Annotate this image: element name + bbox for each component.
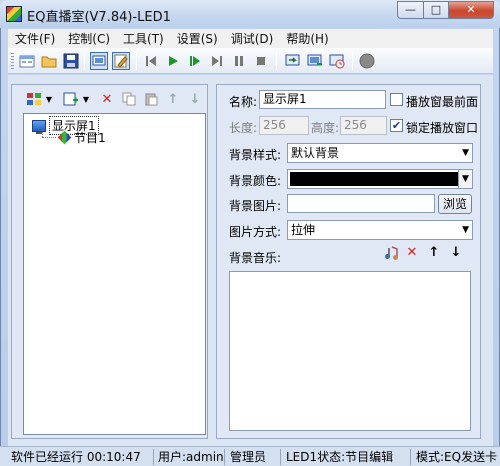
chevron-down-icon: ▼ xyxy=(462,225,469,235)
delete-icon[interactable]: ✕ xyxy=(98,90,116,108)
bg-style-value: 默认背景 xyxy=(291,146,340,160)
mode-status: 模式:EQ发送卡 xyxy=(416,450,498,464)
tree-node-program[interactable]: 节目1 xyxy=(57,129,106,146)
bg-color-label: 背景颜色: xyxy=(229,174,282,188)
menu-control[interactable]: 控制(C) xyxy=(61,30,116,47)
color-swatch xyxy=(290,172,459,186)
bg-image-field[interactable] xyxy=(287,194,435,213)
name-field[interactable]: 显示屏1 xyxy=(259,90,386,109)
new-icon[interactable] xyxy=(18,52,36,70)
copy-icon[interactable] xyxy=(120,90,138,108)
send-icon[interactable] xyxy=(284,52,302,70)
bg-image-label: 背景图片: xyxy=(229,199,282,213)
save-icon[interactable] xyxy=(62,52,80,70)
toolbar-separator xyxy=(276,52,277,70)
image-mode-select[interactable]: 拉伸 ▼ xyxy=(287,220,473,240)
bg-music-label: 背景音乐: xyxy=(229,251,282,265)
led-state-status: LED1状态:节目编辑 xyxy=(283,449,411,465)
maximize-button[interactable]: □ xyxy=(423,1,449,19)
window-title: EQ直播室(V7.84)-LED1 xyxy=(27,10,171,25)
tree-panel: ▼ ▼ ✕ ↑ ↓ 显示屏1 节目1 xyxy=(11,84,208,439)
grid-view-icon[interactable] xyxy=(25,90,43,108)
height-field[interactable]: 256 xyxy=(340,116,387,135)
topmost-checkbox[interactable] xyxy=(390,93,403,106)
properties-panel: 名称: 显示屏1 播放窗最前面 长度: 256 高度: 256 ✔ 锁定播放窗口… xyxy=(216,84,481,439)
pause-icon[interactable] xyxy=(230,52,248,70)
move-down-icon[interactable]: ↓ xyxy=(448,245,464,261)
title-bar[interactable]: EQ直播室(V7.84)-LED1 — □ ✕ xyxy=(0,0,500,28)
menu-help[interactable]: 帮助(H) xyxy=(279,30,334,47)
lock-window-checkbox[interactable]: ✔ xyxy=(390,119,403,132)
program-icon xyxy=(57,130,72,145)
toolbar xyxy=(8,48,493,74)
toolbar-grip[interactable] xyxy=(11,53,14,69)
edit-icon[interactable] xyxy=(112,52,130,70)
music-list[interactable] xyxy=(229,271,471,431)
image-mode-value: 拉伸 xyxy=(291,223,316,237)
move-up-icon[interactable]: ↑ xyxy=(165,90,181,108)
toolbar-separator xyxy=(136,52,137,70)
add-program-icon[interactable] xyxy=(62,90,80,108)
screen-icon[interactable] xyxy=(90,52,108,70)
first-icon[interactable] xyxy=(142,52,160,70)
bg-style-select[interactable]: 默认背景 ▼ xyxy=(287,143,473,163)
menu-file[interactable]: 文件(F) xyxy=(8,30,61,47)
chevron-down-icon[interactable]: ▼ xyxy=(45,90,53,108)
menu-bar: 文件(F) 控制(C) 工具(T) 设置(S) 调试(D) 帮助(H) xyxy=(8,29,493,48)
tree-connector xyxy=(42,137,56,138)
browse-button[interactable]: 浏览 xyxy=(438,194,472,214)
minimize-button[interactable]: — xyxy=(397,1,424,19)
move-down-icon[interactable]: ↓ xyxy=(187,90,203,108)
screen-timer-icon[interactable] xyxy=(328,52,346,70)
chevron-down-icon: ▼ xyxy=(462,148,469,158)
image-mode-label: 图片方式: xyxy=(229,225,282,239)
width-field[interactable]: 256 xyxy=(259,116,309,135)
screen-send-icon[interactable] xyxy=(306,52,324,70)
paste-icon[interactable] xyxy=(142,90,160,108)
status-bar: 软件已经运行 00:10:47 用户:admin 管理员 LED1状态:节目编辑… xyxy=(0,446,500,466)
name-label: 名称: xyxy=(229,95,258,109)
user-status: 用户:admin xyxy=(155,449,225,465)
close-button[interactable]: ✕ xyxy=(448,1,494,19)
chevron-down-icon[interactable]: ▼ xyxy=(82,90,90,108)
add-music-icon[interactable] xyxy=(383,245,399,261)
tree-node-label: 节目1 xyxy=(74,131,106,145)
program-tree[interactable]: 显示屏1 节目1 xyxy=(23,113,206,435)
open-folder-icon[interactable] xyxy=(40,52,58,70)
app-logo-icon xyxy=(6,6,22,22)
role-status: 管理员 xyxy=(227,449,281,465)
height-label: 高度: xyxy=(311,121,340,135)
tree-connector xyxy=(42,130,43,137)
play-icon[interactable] xyxy=(164,52,182,70)
menu-settings[interactable]: 设置(S) xyxy=(170,30,224,47)
chevron-down-icon[interactable]: ▼ xyxy=(458,170,472,188)
menu-debug[interactable]: 调试(D) xyxy=(224,30,280,47)
topmost-label: 播放窗最前面 xyxy=(406,95,479,109)
monitor-icon xyxy=(32,119,46,134)
stop-icon[interactable] xyxy=(252,52,270,70)
toolbar-separator xyxy=(352,52,353,70)
next-icon[interactable] xyxy=(208,52,226,70)
remove-music-icon[interactable]: ✕ xyxy=(404,245,420,261)
width-label: 长度: xyxy=(229,121,258,135)
bg-color-picker[interactable]: ▼ xyxy=(287,169,473,189)
menu-tools[interactable]: 工具(T) xyxy=(116,30,170,47)
lock-window-label: 锁定播放窗口 xyxy=(406,121,479,135)
uptime-status: 软件已经运行 00:10:47 xyxy=(8,449,154,465)
bg-style-label: 背景样式: xyxy=(229,148,282,162)
move-up-icon[interactable]: ↑ xyxy=(426,245,442,261)
record-icon[interactable] xyxy=(358,52,376,70)
toolbar-separator xyxy=(84,52,85,70)
step-icon[interactable] xyxy=(186,52,204,70)
